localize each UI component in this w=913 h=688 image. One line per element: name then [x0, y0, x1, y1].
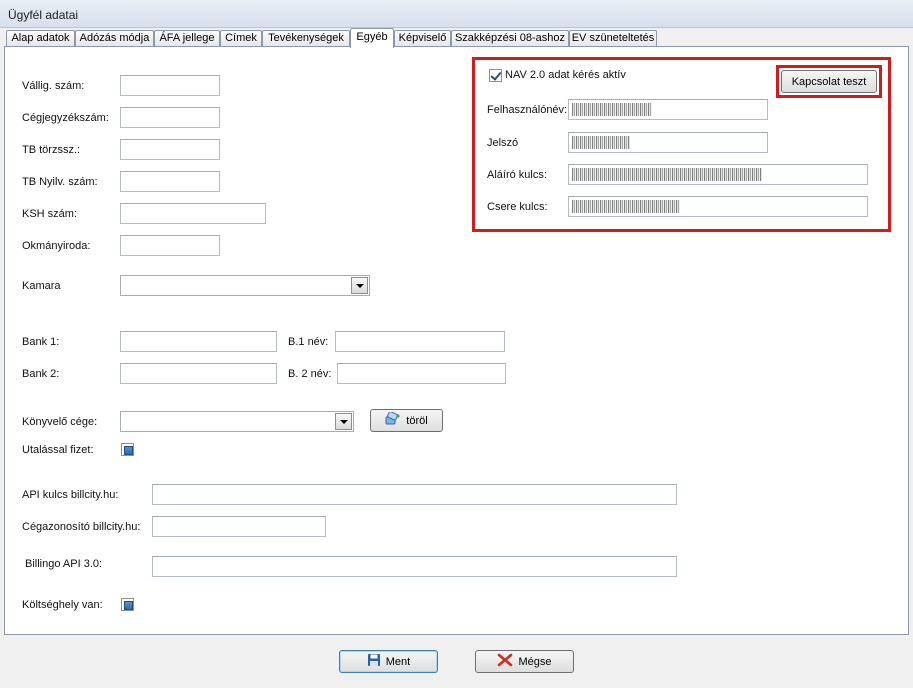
bank2-label: Bank 2: — [22, 368, 60, 380]
ksh-input[interactable] — [120, 203, 266, 224]
b1nev-input[interactable] — [335, 331, 505, 352]
redacted-value — [572, 168, 762, 181]
ksh-label: KSH szám: — [22, 208, 78, 220]
tb-torzs-input[interactable] — [120, 139, 220, 160]
tab-kepviselo[interactable]: Képviselő — [394, 30, 451, 47]
tab-alap-adatok[interactable]: Alap adatok — [6, 30, 75, 47]
b2nev-input[interactable] — [337, 363, 506, 384]
tab-strip: Alap adatok Adózás módja ÁFA jellege Cím… — [4, 28, 909, 48]
eraser-icon — [385, 410, 401, 429]
nav-user-input[interactable] — [568, 99, 768, 120]
cegazon-input[interactable] — [152, 516, 326, 537]
red-x-icon — [497, 653, 513, 670]
tb-nyilv-label: TB Nyilv. szám: — [22, 176, 98, 188]
utalassal-label: Utalással fizet: — [22, 444, 94, 456]
api-billcity-input[interactable] — [152, 484, 677, 505]
cegjegyzek-input[interactable] — [120, 107, 220, 128]
tab-afa-jellege[interactable]: ÁFA jellege — [154, 30, 220, 47]
b2nev-label: B. 2 név: — [288, 368, 332, 380]
nav-user-label: Felhasználónév: — [487, 104, 568, 116]
koltseghely-label: Költséghely van: — [22, 599, 103, 611]
nav-password-label: Jelszó — [487, 137, 519, 149]
billingo-input[interactable] — [152, 556, 677, 577]
tab-adozas-modja[interactable]: Adózás módja — [75, 30, 154, 47]
billingo-label: Billingo API 3.0: — [25, 558, 103, 570]
torol-label: töröl — [406, 414, 428, 427]
chevron-down-icon[interactable] — [351, 277, 368, 294]
window-title: Ügyfél adatai — [8, 8, 79, 22]
kamara-select[interactable] — [120, 275, 370, 296]
vallig-input[interactable] — [120, 75, 220, 96]
nav-password-input[interactable] — [568, 132, 768, 153]
window-titlebar: Ügyfél adatai — [0, 0, 913, 28]
vallig-label: Vállig. szám: — [22, 80, 85, 92]
tab-tevekenysegek[interactable]: Tevékenységek — [262, 30, 350, 47]
torol-button[interactable]: töröl — [370, 409, 443, 432]
nav-exchange-key-label: Csere kulcs: — [487, 201, 548, 213]
tab-panel-egyeb: Vállig. szám: Cégjegyzékszám: TB törzssz… — [4, 46, 909, 635]
tab-egyeb[interactable]: Egyéb — [350, 28, 394, 48]
nav-sign-key-label: Aláíró kulcs: — [487, 169, 547, 181]
redacted-value — [572, 200, 680, 213]
nav-sign-key-input[interactable] — [568, 164, 868, 185]
redacted-value — [572, 103, 652, 116]
floppy-disk-icon — [367, 653, 381, 670]
tab-cimek[interactable]: Címek — [220, 30, 262, 47]
tb-torzs-label: TB törzssz.: — [22, 144, 81, 156]
footer-bar: Ment Mégse — [0, 636, 913, 688]
nav-active-checkbox[interactable] — [489, 69, 502, 82]
tab-ev-szuneteltetes[interactable]: EV szüneteltetés — [569, 30, 657, 47]
okmanyiroda-input[interactable] — [120, 235, 220, 256]
bank2-input[interactable] — [120, 363, 277, 384]
save-button[interactable]: Ment — [339, 650, 438, 673]
chevron-down-icon[interactable] — [335, 413, 352, 430]
tab-szakkepzesi[interactable]: Szakképzési 08-ashoz — [451, 30, 569, 47]
save-label: Ment — [385, 655, 411, 668]
cegjegyzek-label: Cégjegyzékszám: — [22, 112, 109, 124]
cancel-button[interactable]: Mégse — [475, 650, 574, 673]
redacted-value — [572, 136, 630, 149]
okmanyiroda-label: Okmányiroda: — [22, 240, 91, 252]
utalassal-checkbox[interactable] — [121, 443, 134, 456]
kamara-label: Kamara — [22, 280, 61, 292]
nav-exchange-key-input[interactable] — [568, 196, 868, 217]
nav-active-label: NAV 2.0 adat kérés aktív — [505, 69, 626, 81]
tb-nyilv-input[interactable] — [120, 171, 220, 192]
api-billcity-label: API kulcs billcity.hu: — [22, 489, 119, 501]
konyvelo-label: Könyvelő cége: — [22, 416, 98, 428]
b1nev-label: B.1 név: — [288, 336, 329, 348]
koltseghely-checkbox[interactable] — [121, 598, 134, 611]
konyvelo-select[interactable] — [120, 411, 354, 432]
bank1-label: Bank 1: — [22, 336, 60, 348]
kapcsolat-teszt-button[interactable]: Kapcsolat teszt — [781, 70, 877, 93]
cegazon-label: Cégazonosító billcity.hu: — [22, 521, 141, 533]
bank1-input[interactable] — [120, 331, 277, 352]
cancel-label: Mégse — [518, 655, 552, 668]
